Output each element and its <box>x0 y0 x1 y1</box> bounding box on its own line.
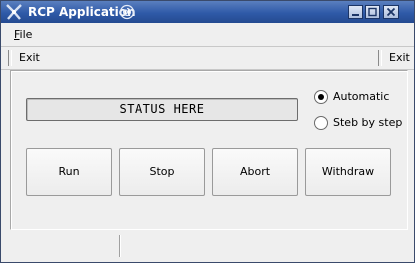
menu-bar: File <box>1 24 414 45</box>
spiral-icon <box>119 4 135 20</box>
toolbar-exit-left[interactable]: Exit <box>19 51 40 64</box>
radio-selected-dot <box>318 94 324 100</box>
title-bar[interactable]: RCP Application <box>1 1 414 23</box>
minimize-button[interactable] <box>348 5 363 19</box>
close-icon <box>386 7 396 17</box>
radio-automatic[interactable]: Automatic <box>314 89 404 105</box>
radio-step-label: Steb by step <box>333 116 403 129</box>
status-bar <box>1 230 414 262</box>
abort-button[interactable]: Abort <box>212 148 298 196</box>
maximize-icon <box>368 7 377 17</box>
toolbar: Exit Exit <box>1 46 414 70</box>
radio-automatic-label: Automatic <box>333 90 390 103</box>
menu-file[interactable]: File <box>14 28 32 41</box>
run-button[interactable]: Run <box>26 148 112 196</box>
menu-file-rest: ile <box>19 28 33 41</box>
toolbar-exit-right[interactable]: Exit <box>389 51 410 64</box>
application-window: RCP Application File Exit Exit STATUS HE… <box>0 0 415 263</box>
toolbar-grip-right[interactable] <box>378 50 382 66</box>
withdraw-button[interactable]: Withdraw <box>305 148 391 196</box>
app-logo-icon <box>6 4 22 20</box>
status-bar-divider <box>119 235 120 257</box>
status-display: STATUS HERE <box>26 98 298 121</box>
stop-button[interactable]: Stop <box>119 148 205 196</box>
toolbar-grip-left[interactable] <box>8 50 12 66</box>
radio-step-by-step[interactable]: Steb by step <box>314 115 404 131</box>
minimize-icon <box>352 14 359 16</box>
maximize-button[interactable] <box>365 5 380 19</box>
close-button[interactable] <box>383 5 399 19</box>
radio-circle <box>314 116 328 130</box>
radio-circle <box>314 90 328 104</box>
